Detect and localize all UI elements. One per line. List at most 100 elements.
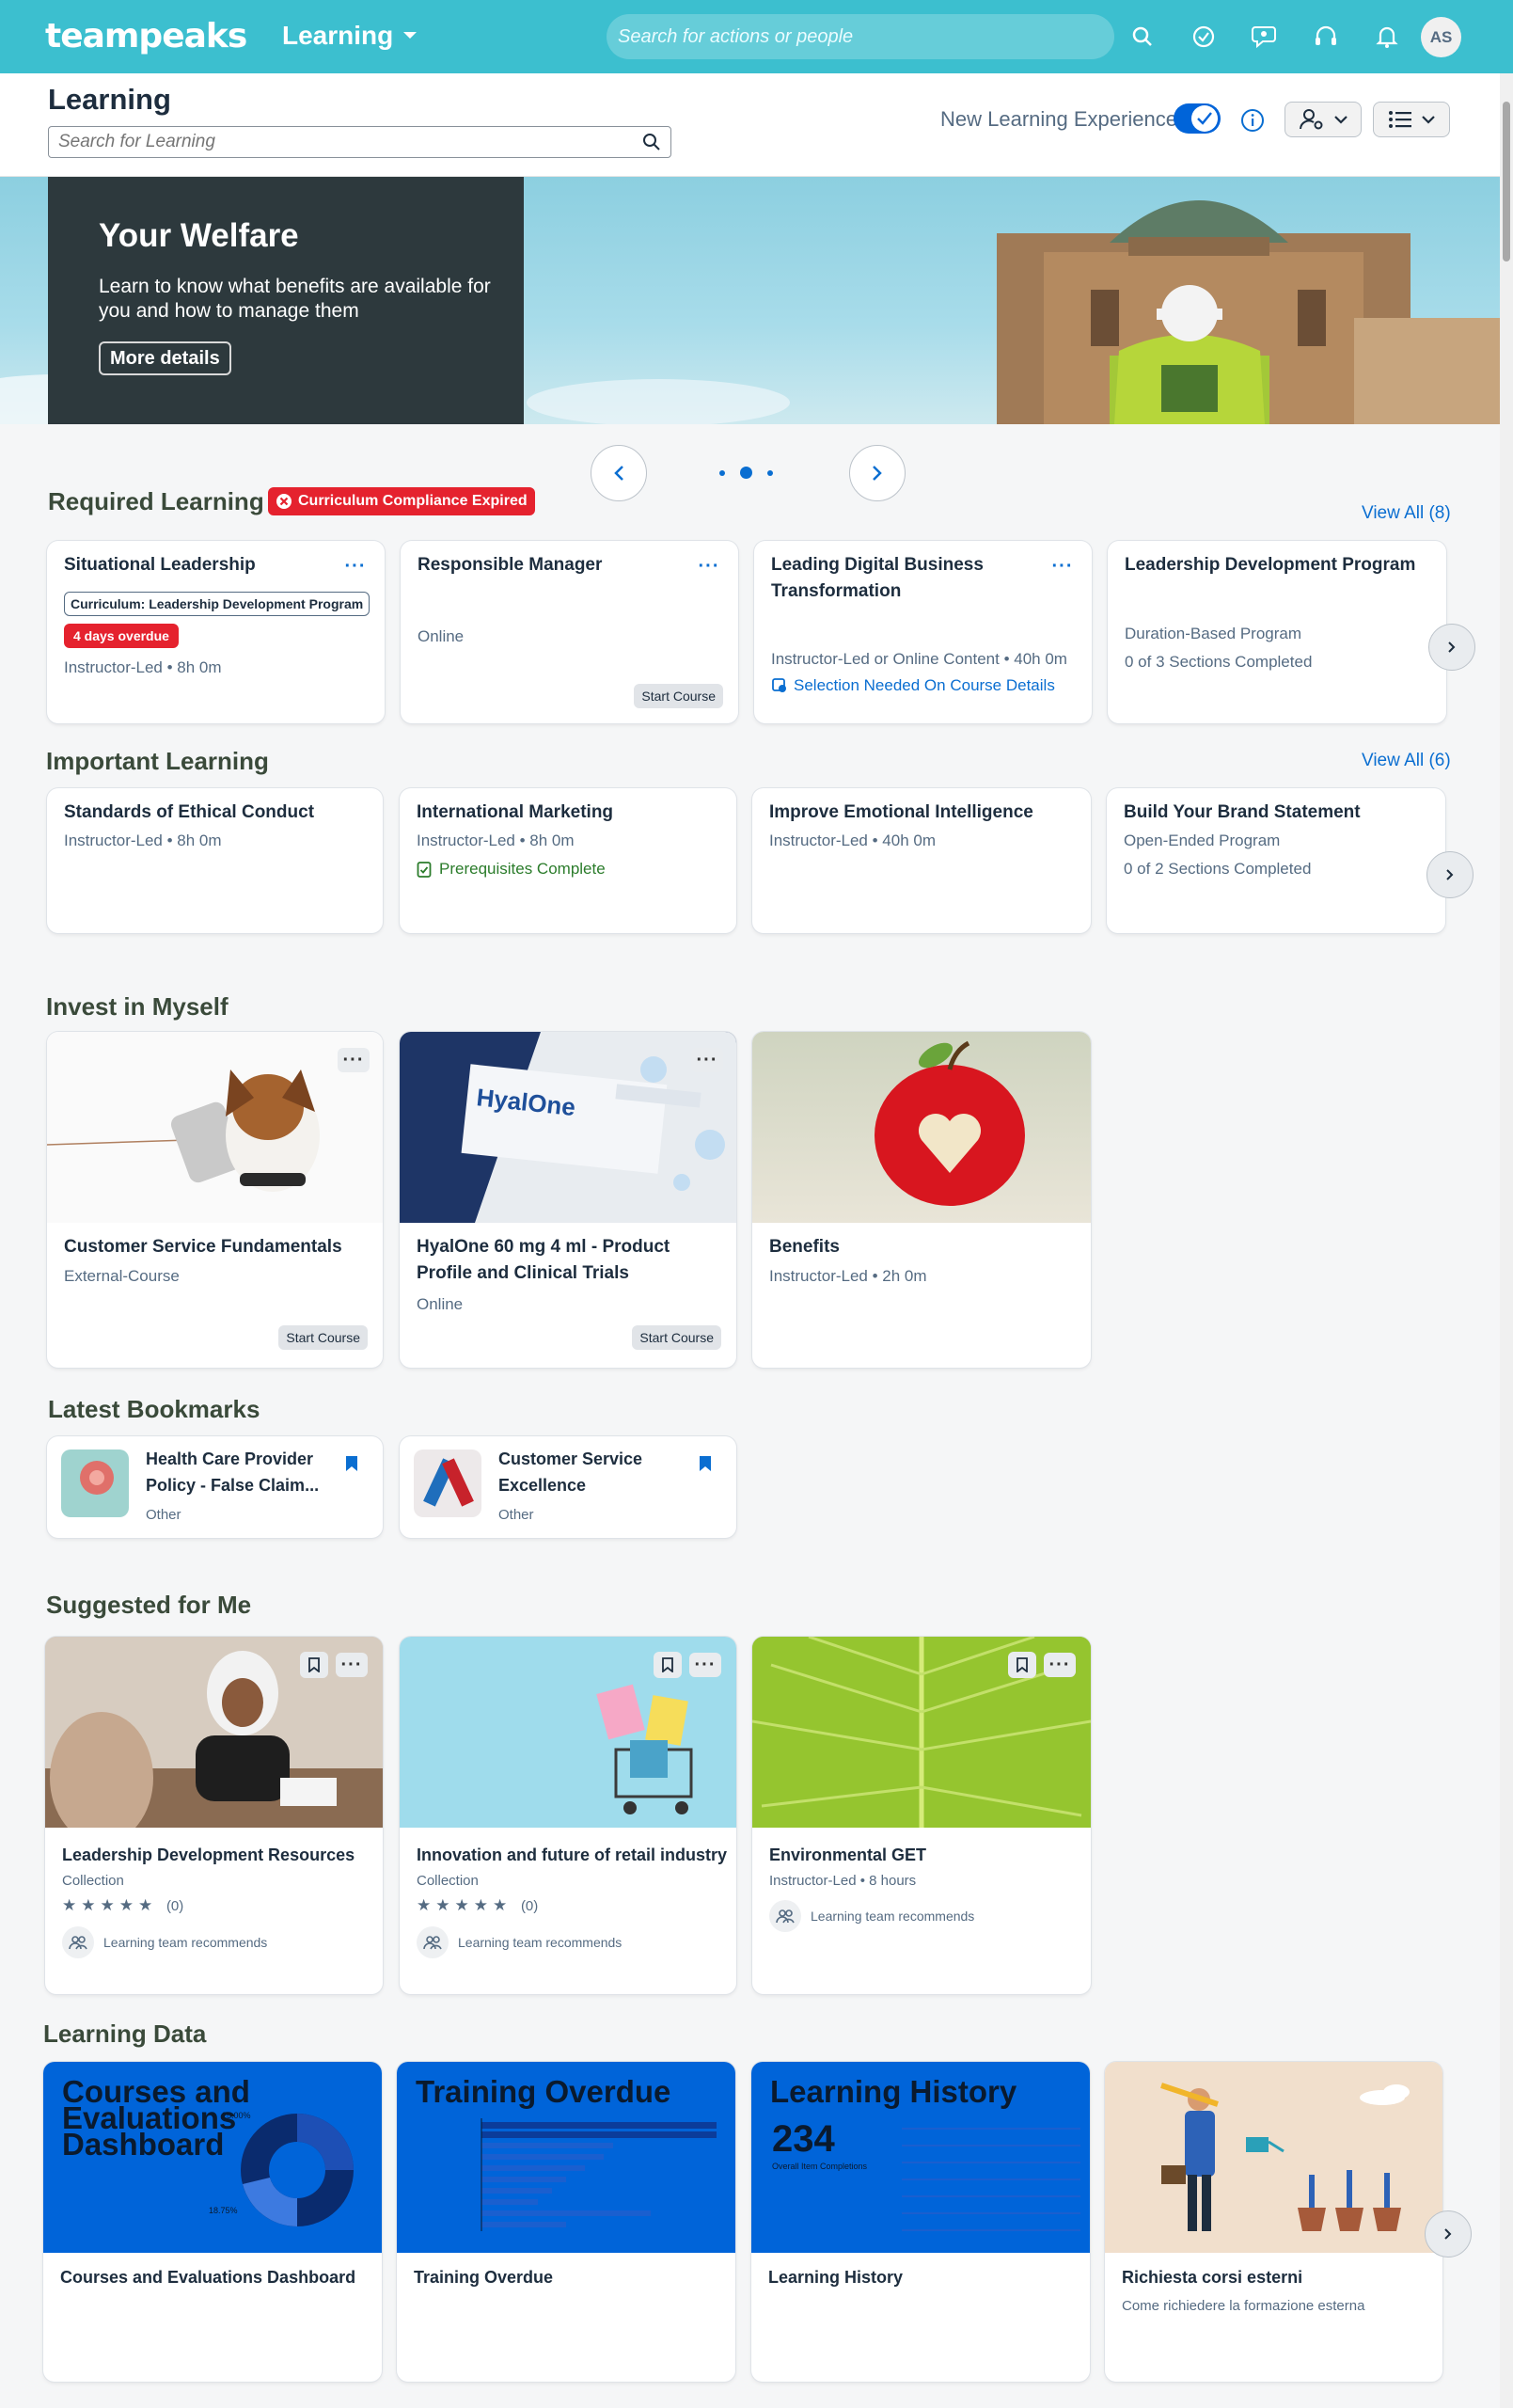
tile-title: Learning History bbox=[770, 2074, 1017, 2109]
hero-banner: Your Welfare Learn to know what benefits… bbox=[0, 177, 1500, 424]
card-meta: Instructor-Led • 8h 0m bbox=[417, 832, 575, 849]
prerequisites-label: Prerequisites Complete bbox=[439, 860, 606, 878]
info-icon[interactable] bbox=[1239, 107, 1266, 134]
card-title: Leadership Development Program bbox=[1125, 555, 1416, 575]
start-course-button[interactable]: Start Course bbox=[634, 684, 723, 708]
more-options-button[interactable]: ··· bbox=[336, 1653, 368, 1677]
invest-card-hyalone[interactable]: HyalOne ··· HyalOne 60 mg 4 ml - Product… bbox=[400, 1032, 736, 1368]
user-settings-button[interactable] bbox=[1284, 102, 1362, 137]
learning-search-input[interactable] bbox=[58, 132, 642, 152]
chart-label-top: 25.00% bbox=[222, 2111, 251, 2120]
search-icon[interactable] bbox=[1124, 18, 1161, 55]
bookmark-filled-icon[interactable] bbox=[699, 1455, 712, 1472]
rating-stars: ★★★★★ bbox=[62, 1896, 158, 1914]
search-icon[interactable] bbox=[642, 133, 661, 151]
more-options-button[interactable]: ··· bbox=[338, 1048, 370, 1072]
recommendation-label: Learning team recommends bbox=[103, 1935, 268, 1950]
bookmark-icon[interactable] bbox=[1008, 1652, 1036, 1678]
carousel-prev-button[interactable] bbox=[591, 445, 647, 501]
important-card-emotional-intelligence[interactable]: Improve Emotional Intelligence Instructo… bbox=[752, 788, 1091, 933]
more-options-button[interactable]: ··· bbox=[693, 554, 725, 578]
selection-needed-link[interactable]: Selection Needed On Course Details bbox=[771, 674, 1055, 697]
data-card-training-overdue[interactable]: Training Overdue Training Overdue bbox=[397, 2062, 735, 2382]
recommendation-label: Learning team recommends bbox=[458, 1935, 623, 1950]
important-card-international-marketing[interactable]: International Marketing Instructor-Led •… bbox=[400, 788, 736, 933]
shell-actions bbox=[1124, 18, 1406, 55]
required-card-responsible-manager[interactable]: Responsible Manager ··· Online Start Cou… bbox=[401, 541, 738, 723]
carousel-next-button[interactable] bbox=[849, 445, 906, 501]
new-experience-label: New Learning Experience bbox=[940, 107, 1177, 131]
invest-card-benefits[interactable]: Benefits Instructor-Led • 2h 0m bbox=[752, 1032, 1091, 1368]
important-card-ethical-conduct[interactable]: Standards of Ethical Conduct Instructor-… bbox=[47, 788, 383, 933]
more-options-button[interactable]: ··· bbox=[1047, 554, 1079, 578]
page-scrollbar[interactable] bbox=[1500, 73, 1513, 2408]
bookmark-filled-icon[interactable] bbox=[345, 1455, 358, 1472]
card-title: Leadership Development Resources bbox=[62, 1846, 355, 1864]
required-view-all-link[interactable]: View All (8) bbox=[1362, 503, 1451, 524]
required-card-situational-leadership[interactable]: Situational Leadership ··· Curriculum: L… bbox=[47, 541, 385, 723]
rating-count: (0) bbox=[520, 1898, 539, 1914]
chevron-down-icon bbox=[403, 32, 418, 39]
required-scroll-next-button[interactable] bbox=[1428, 624, 1475, 671]
team-icon bbox=[62, 1926, 94, 1958]
more-options-button[interactable]: ··· bbox=[1044, 1653, 1076, 1677]
data-card-external-courses[interactable]: Richiesta corsi esterni Come richiedere … bbox=[1105, 2062, 1442, 2382]
task-check-icon[interactable] bbox=[1185, 18, 1222, 55]
thumbnail-image bbox=[423, 1458, 474, 1507]
chat-bot-icon[interactable] bbox=[1246, 18, 1284, 55]
rating: ★★★★★ (0) bbox=[62, 1896, 183, 1915]
important-scroll-next-button[interactable] bbox=[1426, 851, 1474, 898]
more-options-button[interactable]: ··· bbox=[691, 1048, 723, 1072]
start-course-button[interactable]: Start Course bbox=[278, 1325, 368, 1350]
global-search-input[interactable] bbox=[618, 25, 1103, 48]
user-avatar[interactable]: AS bbox=[1421, 17, 1461, 57]
recommendation: Learning team recommends bbox=[417, 1926, 622, 1958]
data-card-courses-evaluations[interactable]: Courses and Evaluations Dashboard 25.00%… bbox=[43, 2062, 382, 2382]
company-logo[interactable]: teampeaks bbox=[45, 17, 247, 55]
important-view-all-link[interactable]: View All (6) bbox=[1362, 751, 1451, 771]
selection-icon bbox=[772, 678, 786, 692]
bookmark-icon[interactable] bbox=[654, 1652, 682, 1678]
card-title: Situational Leadership bbox=[64, 555, 256, 575]
dashboard-tile: Learning History 234 Overall Item Comple… bbox=[751, 2062, 1090, 2253]
required-card-digital-transformation[interactable]: Leading Digital Business Transformation … bbox=[754, 541, 1092, 723]
more-details-button[interactable]: More details bbox=[99, 341, 231, 375]
view-options-button[interactable] bbox=[1373, 102, 1450, 137]
bell-icon[interactable] bbox=[1368, 18, 1406, 55]
suggested-card-environmental-get[interactable]: ··· Environmental GET Instructor-Led • 8… bbox=[752, 1637, 1091, 1994]
carousel-dot[interactable] bbox=[719, 469, 725, 476]
card-meta: Collection bbox=[62, 1873, 124, 1889]
card-title: Innovation and future of retail industry bbox=[417, 1846, 728, 1864]
learning-data-scroll-next-button[interactable] bbox=[1425, 2210, 1472, 2258]
card-title: Standards of Ethical Conduct bbox=[64, 802, 315, 822]
scrollbar-thumb[interactable] bbox=[1503, 102, 1510, 261]
global-search bbox=[607, 14, 1114, 59]
page-header: Learning New Learning Experience bbox=[0, 73, 1500, 177]
businessman-watering-plants-image bbox=[1160, 2083, 1410, 2231]
invest-card-customer-service[interactable]: ··· Customer Service Fundamentals Extern… bbox=[47, 1032, 383, 1368]
bookmark-icon[interactable] bbox=[300, 1652, 328, 1678]
start-course-button[interactable]: Start Course bbox=[632, 1325, 721, 1350]
important-card-brand-statement[interactable]: Build Your Brand Statement Open-Ended Pr… bbox=[1107, 788, 1445, 933]
dog-with-can-image bbox=[47, 1069, 320, 1192]
recommendation: Learning team recommends bbox=[769, 1900, 974, 1932]
headset-icon[interactable] bbox=[1307, 18, 1345, 55]
required-card-leadership-program[interactable]: Leadership Development Program Duration-… bbox=[1108, 541, 1446, 723]
selection-needed-label: Selection Needed On Course Details bbox=[794, 676, 1055, 694]
data-card-learning-history[interactable]: Learning History 234 Overall Item Comple… bbox=[751, 2062, 1090, 2382]
bookmark-card-customer-service[interactable]: Customer Service Excellence Other bbox=[400, 1436, 736, 1538]
app-menu-button[interactable]: Learning bbox=[282, 21, 418, 51]
suggested-card-retail-innovation[interactable]: ··· Innovation and future of retail indu… bbox=[400, 1637, 736, 1994]
carousel-dot[interactable] bbox=[767, 469, 773, 476]
more-options-button[interactable]: ··· bbox=[339, 554, 371, 578]
card-title: Courses and Evaluations Dashboard bbox=[60, 2268, 356, 2287]
carousel-dot-active[interactable] bbox=[740, 467, 752, 479]
suggested-title: Suggested for Me bbox=[46, 1591, 252, 1619]
prerequisites-status: Prerequisites Complete bbox=[417, 858, 606, 880]
more-options-button[interactable]: ··· bbox=[689, 1653, 721, 1677]
suggested-card-leadership-resources[interactable]: ··· Leadership Development Resources Col… bbox=[45, 1637, 383, 1994]
bookmark-card-health-care[interactable]: Health Care Provider Policy - False Clai… bbox=[47, 1436, 383, 1538]
new-experience-toggle[interactable] bbox=[1174, 103, 1221, 134]
card-meta: Instructor-Led • 2h 0m bbox=[769, 1267, 927, 1285]
course-image bbox=[1105, 2062, 1442, 2253]
